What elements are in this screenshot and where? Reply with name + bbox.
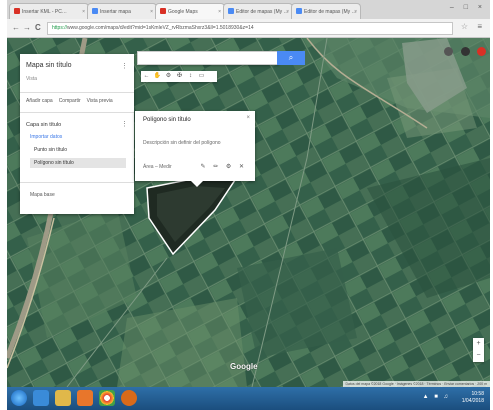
browser-menu-icon[interactable]: ≡ xyxy=(477,22,482,31)
layer-more-icon[interactable]: ⋮ xyxy=(121,120,128,128)
system-clock[interactable]: 10:58 1/04/2018 xyxy=(462,391,484,405)
marker-icon[interactable]: ⚙ xyxy=(163,71,174,82)
tab-label: Editor de mapas (My … xyxy=(304,9,357,15)
window-controls[interactable]: – □ × xyxy=(450,4,486,11)
preview-button[interactable]: Vista previa xyxy=(87,98,113,104)
avatar[interactable] xyxy=(477,47,486,57)
tab-1[interactable]: Insertar KML - PC… × xyxy=(9,3,89,20)
tab-favicon-icon xyxy=(14,8,20,14)
divider xyxy=(20,112,134,113)
zoom-in-button[interactable]: + xyxy=(473,338,484,350)
tab-favicon-icon xyxy=(92,8,98,14)
start-button[interactable] xyxy=(11,390,27,406)
map-layers-panel: Mapa sin título ⋮ Vista Añadir capa Compa… xyxy=(20,54,134,214)
ruler-icon[interactable]: ▭ xyxy=(196,71,207,82)
apps-grid-icon[interactable] xyxy=(444,47,454,57)
system-tray-icons[interactable]: ▲ ■ ♫ xyxy=(423,394,450,400)
hand-pan-icon[interactable]: ✋ xyxy=(152,71,163,82)
list-item-point[interactable]: Punto sin título xyxy=(34,147,67,153)
screen: Insertar KML - PC… × Insertar mapa × Googl… xyxy=(7,0,490,410)
tab-favicon-icon xyxy=(228,8,234,14)
close-icon[interactable]: × xyxy=(246,115,250,121)
add-layer-button[interactable]: Añadir capa xyxy=(26,98,53,104)
map-account-controls xyxy=(441,43,486,61)
base-map-toggle[interactable]: Mapa base xyxy=(30,192,55,198)
tab-4[interactable]: Editor de mapas (My … × xyxy=(223,3,293,20)
tab-label: Google Maps xyxy=(168,9,198,15)
chrome-icon[interactable] xyxy=(99,390,115,406)
firefox-icon[interactable] xyxy=(121,390,137,406)
map-toolbar: ← ✋ ⚙ ✠ ↕ ▭ xyxy=(141,71,217,82)
back-button[interactable]: ← xyxy=(12,23,20,32)
tab-label: Insertar mapa xyxy=(100,9,131,15)
clock-time: 10:58 xyxy=(471,391,484,397)
import-link[interactable]: Importar datos xyxy=(30,134,62,140)
tab-close-icon[interactable]: × xyxy=(218,9,221,15)
url-input[interactable]: https://www.google.com/maps/d/edit?mid=1… xyxy=(47,22,453,35)
bookmark-star-icon[interactable]: ☆ xyxy=(461,22,468,31)
share-button[interactable]: Compartir xyxy=(59,98,81,104)
map-subtitle: Vista xyxy=(26,76,38,82)
file-explorer-icon[interactable] xyxy=(55,390,71,406)
reload-button[interactable]: C xyxy=(35,23,41,32)
divider xyxy=(20,182,134,183)
tab-5[interactable]: Editor de mapas (My … × xyxy=(291,3,361,20)
url-secure-prefix: https:// xyxy=(52,25,68,31)
popup-pointer xyxy=(191,181,203,187)
clock-date: 1/04/2018 xyxy=(461,398,484,404)
ie-icon[interactable] xyxy=(33,390,49,406)
undo-icon[interactable]: ← xyxy=(141,71,152,82)
divider xyxy=(20,92,134,93)
draw-line-icon[interactable]: ✠ xyxy=(174,71,185,82)
notifications-icon[interactable] xyxy=(460,47,470,57)
url-text: www.google.com/maps/d/edit?mid=1sKmleVZ_… xyxy=(67,25,254,31)
tab-favicon-icon xyxy=(296,8,302,14)
feature-measure: Área – Medir xyxy=(143,164,172,170)
tab-favicon-icon xyxy=(160,8,166,14)
layer-title[interactable]: Capa sin título xyxy=(26,122,61,128)
zoom-out-button[interactable]: − xyxy=(473,350,484,362)
map-search-input[interactable] xyxy=(137,51,279,65)
tab-close-icon[interactable]: × xyxy=(286,9,289,15)
tab-label: Insertar KML - PC… xyxy=(22,9,67,15)
google-logo: Google xyxy=(230,362,258,371)
map-title[interactable]: Mapa sin título xyxy=(26,62,72,69)
tab-close-icon[interactable]: × xyxy=(150,9,153,15)
tab-close-icon[interactable]: × xyxy=(82,9,85,15)
map-more-icon[interactable]: ⋮ xyxy=(121,62,128,70)
feature-title: Polígono sin título xyxy=(143,117,191,123)
tab-3-active[interactable]: Google Maps × xyxy=(155,3,225,20)
feature-description: Descripción sin definir del polígono xyxy=(143,140,221,146)
media-player-icon[interactable] xyxy=(77,390,93,406)
tab-2[interactable]: Insertar mapa × xyxy=(87,3,157,20)
search-button[interactable]: ⌕ xyxy=(277,51,305,65)
browser-tab-bar: Insertar KML - PC… × Insertar mapa × Googl… xyxy=(7,0,490,20)
address-bar: ← → C https://www.google.com/maps/d/edit… xyxy=(7,19,490,38)
tab-label: Editor de mapas (My … xyxy=(236,9,289,15)
tab-close-icon[interactable]: × xyxy=(354,9,357,15)
feature-info-popup: Polígono sin título × Descripción sin de… xyxy=(135,111,255,187)
panel-actions: Añadir capa Compartir Vista previa xyxy=(26,98,119,104)
zoom-control: + − xyxy=(473,338,484,362)
feature-action-icons[interactable]: ✎ ✏ ⚙ ✕ xyxy=(201,163,247,170)
forward-button[interactable]: → xyxy=(23,23,31,32)
satellite-map[interactable]: ⌕ ← ✋ ⚙ ✠ ↕ ▭ Mapa sin título ⋮ Vista Añadir … xyxy=(7,38,490,387)
list-item-polygon-selected[interactable]: Polígono sin título xyxy=(30,158,126,168)
windows-taskbar: ▲ ■ ♫ 10:58 1/04/2018 xyxy=(7,387,490,410)
directions-icon[interactable]: ↕ xyxy=(185,71,196,82)
